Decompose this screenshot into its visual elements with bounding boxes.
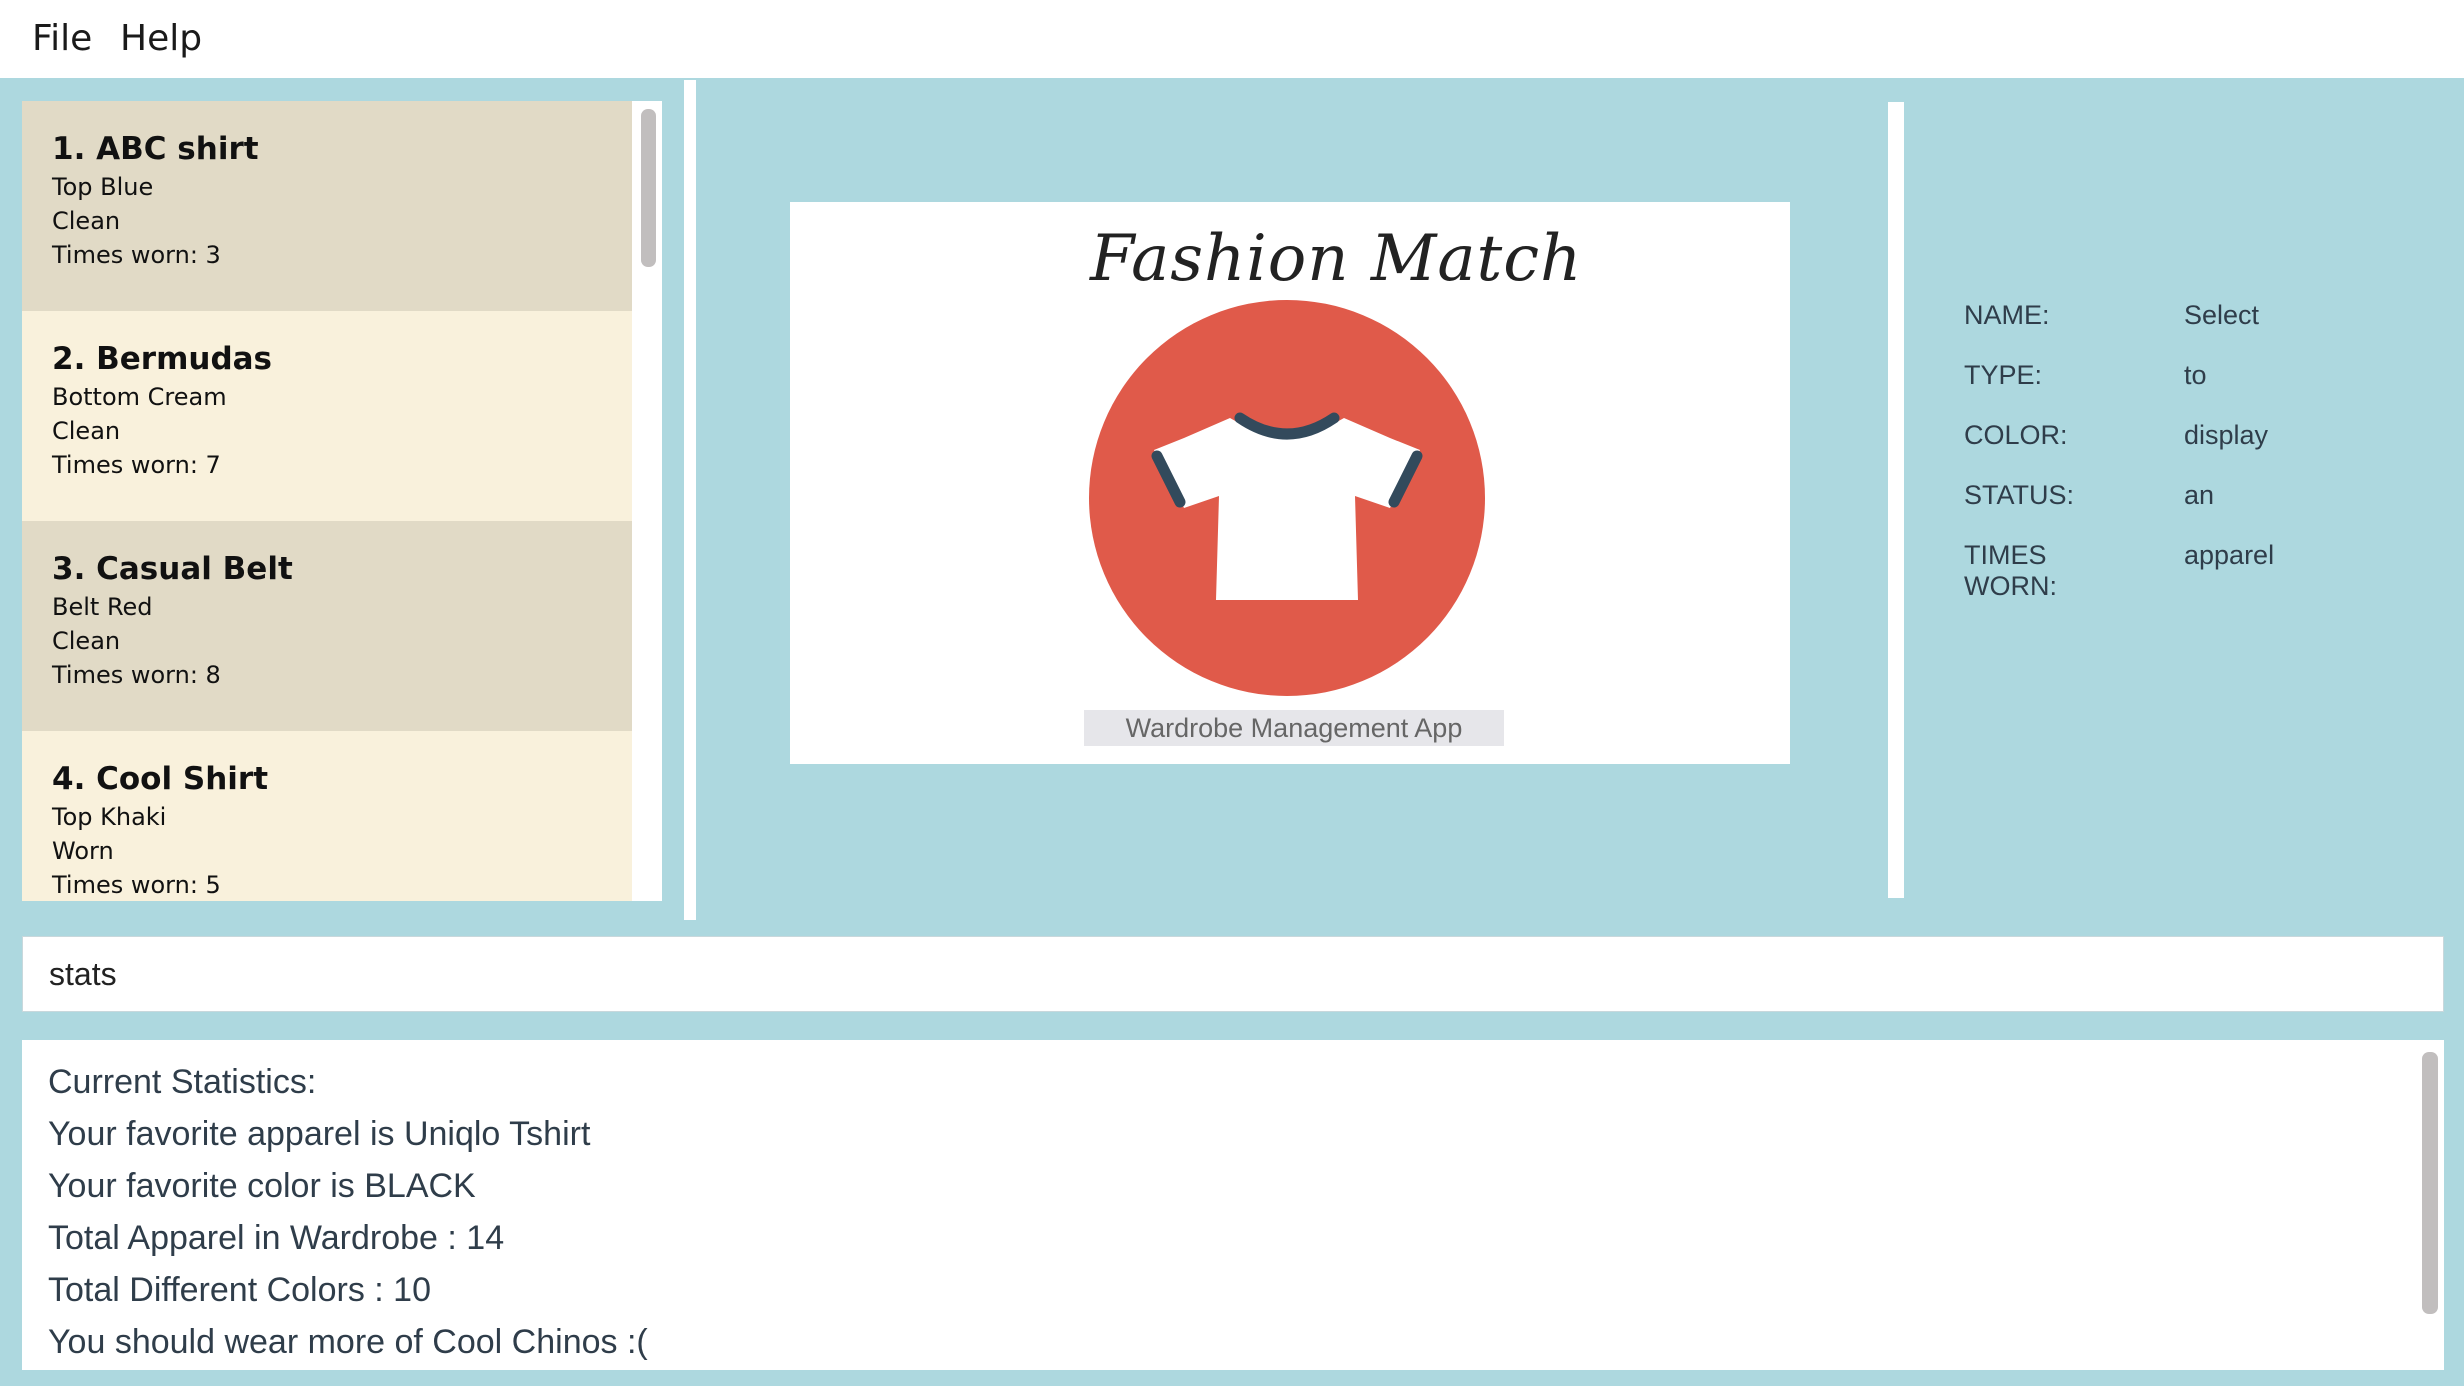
menu-help[interactable]: Help (120, 18, 202, 59)
apparel-name: 1. ABC shirt (52, 131, 259, 167)
apparel-name: 3. Casual Belt (52, 551, 293, 587)
apparel-status: Worn (52, 837, 114, 865)
apparel-status: Clean (52, 207, 121, 235)
result-scroll-thumb[interactable] (2422, 1052, 2438, 1314)
apparel-times-worn: Times worn: 8 (52, 661, 221, 689)
detail-value: Select (2184, 300, 2260, 330)
detail-label: TYPE: (1964, 360, 2043, 390)
apparel-type-color: Top Khaki (52, 803, 167, 831)
logo-title: Fashion Match (1090, 222, 1583, 296)
result-line: Current Statistics: (48, 1063, 317, 1101)
detail-value: apparel (2184, 540, 2275, 570)
result-line: You should wear more of Cool Chinos :( (48, 1323, 648, 1361)
apparel-name: 2. Bermudas (52, 341, 273, 377)
result-line: Your favorite apparel is Uniqlo Tshirt (48, 1115, 591, 1153)
apparel-type-color: Bottom Cream (52, 383, 227, 411)
apparel-times-worn: Times worn: 3 (52, 241, 221, 269)
apparel-name: 4. Cool Shirt (52, 761, 269, 797)
app-logo: Fashion Match Wardrobe Management App (790, 202, 1790, 764)
apparel-card[interactable]: 2. Bermudas Bottom Cream Clean Times wor… (22, 311, 632, 521)
detail-value: to (2184, 360, 2207, 390)
panel-divider[interactable] (1888, 102, 1904, 898)
detail-label: TIMES WORN: (1964, 540, 2057, 601)
menu-file[interactable]: File (32, 18, 92, 59)
apparel-card[interactable]: 4. Cool Shirt Top Khaki Worn Times worn:… (22, 731, 632, 901)
apparel-list: 1. ABC shirt Top Blue Clean Times worn: … (22, 101, 662, 901)
list-scroll-thumb[interactable] (641, 109, 656, 267)
apparel-card[interactable]: 3. Casual Belt Belt Red Clean Times worn… (22, 521, 632, 731)
detail-value: display (2184, 420, 2269, 450)
result-display[interactable]: Current Statistics: Your favorite appare… (22, 1040, 2444, 1370)
apparel-times-worn: Times worn: 7 (52, 451, 221, 479)
apparel-times-worn: Times worn: 5 (52, 871, 221, 899)
apparel-card[interactable]: 1. ABC shirt Top Blue Clean Times worn: … (22, 101, 632, 311)
result-scrollbar[interactable] (2414, 1040, 2444, 1370)
detail-label: STATUS: (1964, 480, 2075, 510)
apparel-status: Clean (52, 417, 121, 445)
list-scrollbar[interactable] (632, 101, 662, 901)
panel-divider[interactable] (684, 80, 696, 920)
detail-label: NAME: (1964, 300, 2050, 330)
result-line: Total Apparel in Wardrobe : 14 (48, 1219, 505, 1257)
command-input[interactable]: stats (22, 936, 2444, 1012)
logo-subtitle: Wardrobe Management App (1084, 710, 1504, 746)
apparel-status: Clean (52, 627, 121, 655)
result-line: Your favorite color is BLACK (48, 1167, 476, 1205)
result-line: Total Different Colors : 10 (48, 1271, 431, 1309)
detail-value: an (2184, 480, 2215, 510)
apparel-type-color: Belt Red (52, 593, 153, 621)
detail-label: COLOR: (1964, 420, 2068, 450)
apparel-type-color: Top Blue (52, 173, 154, 201)
menu-bar: File Help (0, 0, 2464, 78)
